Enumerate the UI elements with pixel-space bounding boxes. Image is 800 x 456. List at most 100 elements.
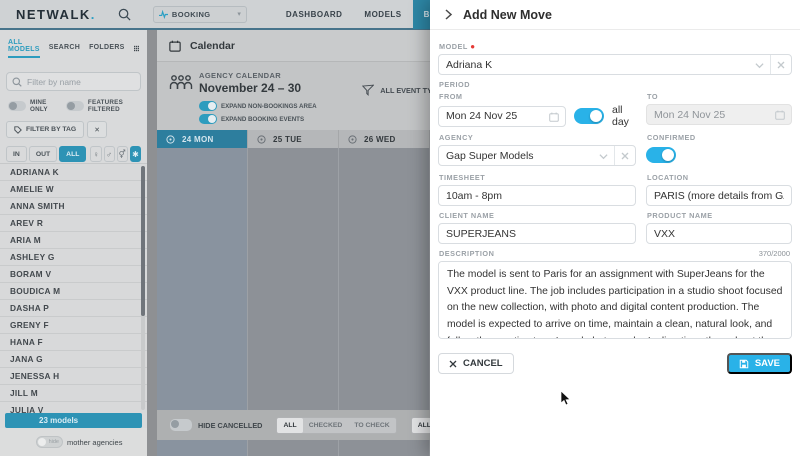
model-list-item[interactable]: JULIA V [0,402,147,413]
models-sidebar: ALL MODELS SEARCH FOLDERS MINE ONLY FEAT… [0,30,147,456]
day-header-wednesday[interactable]: 26 WED [339,130,430,148]
model-list-item[interactable]: JENESSA H [0,368,147,385]
from-date-input[interactable] [438,106,566,127]
event-type-filter[interactable]: ALL EVENT TY [362,84,430,96]
calendar-icon [775,110,785,120]
pulse-icon [159,10,168,19]
context-select-value: BOOKING [172,10,233,19]
clear-icon[interactable] [770,55,791,74]
close-icon [449,360,457,368]
context-select[interactable]: BOOKING ▾ [153,6,247,23]
product-name-value[interactable] [654,228,784,240]
target-icon [348,135,357,144]
expand-nonbookings-row: EXPAND NON-BOOKINGS AREA [199,101,317,111]
model-list-item[interactable]: AREV R [0,215,147,232]
model-list-item[interactable]: JILL M [0,385,147,402]
hide-cancelled-toggle[interactable] [170,419,192,431]
tab-search[interactable]: SEARCH [49,44,80,54]
segment-out[interactable]: OUT [29,146,57,162]
checked-segment-all[interactable]: ALL [277,418,302,433]
all-day-toggle[interactable] [574,108,604,124]
from-date-value[interactable] [446,110,558,122]
hide-mother-agencies-toggle[interactable]: hide [36,436,63,448]
calendar-title: Calendar [190,40,235,52]
model-list-item[interactable]: ADRIANA K [0,164,147,181]
model-list-item[interactable]: ARIA M [0,232,147,249]
client-name-input[interactable] [438,223,636,244]
expand-nonbookings-toggle[interactable] [199,101,217,111]
checked-segment-tocheck[interactable]: TO CHECK [348,418,395,433]
timesheet-value[interactable] [446,190,628,202]
filter-by-name-input[interactable] [6,72,141,91]
cancel-button[interactable]: CANCEL [438,353,514,374]
client-name-value[interactable] [446,228,628,240]
drawer-title: Add New Move [463,8,552,22]
chevron-down-icon [755,61,764,70]
checked-filter-group: ALL CHECKED TO CHECK [276,417,396,434]
mother-agencies-label: mother agencies [67,438,122,447]
event-type-filter-label: ALL EVENT TY [380,86,430,95]
model-list-item[interactable]: GRENY F [0,317,147,334]
model-list-item[interactable]: AMELIE W [0,181,147,198]
day-header-tuesday[interactable]: 25 TUE [248,130,339,148]
checked-segment-checked[interactable]: CHECKED [303,418,349,433]
features-filtered-label: FEATURES FILTERED [88,99,141,113]
tab-all-models[interactable]: ALL MODELS [8,39,40,58]
save-button[interactable]: SAVE [727,353,792,374]
description-textarea[interactable]: The model is sent to Paris for an assign… [438,261,792,339]
agency-select[interactable] [438,145,636,166]
filter-by-name-field[interactable] [27,77,127,87]
search-icon[interactable] [118,8,131,21]
model-select[interactable] [438,54,792,75]
expand-nonbookings-label: EXPAND NON-BOOKINGS AREA [221,103,317,110]
androgyne-icon[interactable]: ⚥ [117,146,128,162]
save-icon [739,359,749,369]
model-list-item[interactable]: BOUDICA M [0,283,147,300]
expand-bookings-toggle[interactable] [199,114,217,124]
asterisk-icon[interactable]: ✱ [130,146,141,162]
product-name-label: PRODUCT NAME [647,211,792,220]
nav-dashboard[interactable]: DASHBOARD [275,0,354,29]
tab-folders[interactable]: FOLDERS [89,44,125,54]
model-list-item[interactable]: HANA F [0,334,147,351]
model-list-item[interactable]: JANA G [0,351,147,368]
expand-bookings-label: EXPAND BOOKING EVENTS [221,116,304,123]
product-name-input[interactable] [646,223,792,244]
filter-by-tag-button[interactable]: FILTER BY TAG [6,121,84,138]
mine-segment-all[interactable]: ALL [412,418,430,433]
segment-all[interactable]: ALL [59,146,86,162]
clear-tag-button[interactable]: ✕ [87,121,107,138]
timesheet-label: TIMESHEET [439,173,636,182]
day-header-monday[interactable]: 24 MON [157,130,248,148]
segment-in[interactable]: IN [6,146,27,162]
app-window: NETWALK. BOOKING ▾ DASHBOARD MODELS BOOK… [0,0,800,456]
in-out-filter-row: IN OUT ALL ♀ ♂ ⚥ ✱ [6,146,141,162]
add-new-move-drawer: Add New Move MODEL ● PERIOD FROM [430,0,800,456]
location-label: LOCATION [647,173,792,182]
features-filtered-toggle[interactable] [66,101,84,111]
mine-only-toggle[interactable] [8,101,26,111]
calendar-icon [549,112,559,122]
week-range: November 24 – 30 [199,81,301,95]
grid-icon[interactable] [134,43,139,54]
location-value[interactable] [654,190,784,202]
hide-cancelled-label: HIDE CANCELLED [198,421,262,430]
all-day-label: all day [612,104,636,128]
confirmed-toggle[interactable] [646,147,676,163]
model-list-item[interactable]: DASHA P [0,300,147,317]
timesheet-input[interactable] [438,185,636,206]
sidebar-scrollbar-thumb[interactable] [141,166,145,316]
female-icon[interactable]: ♀ [90,146,101,162]
to-date-input [646,104,792,125]
model-list-item[interactable]: BORAM V [0,266,147,283]
nav-models[interactable]: MODELS [353,0,412,29]
mine-filter-group: ALL MINE ONLY [411,417,430,434]
chevron-down-icon: ▾ [237,10,241,18]
male-icon[interactable]: ♂ [104,146,115,162]
clear-icon[interactable] [614,146,635,165]
model-select-value[interactable] [446,59,784,71]
model-list-item[interactable]: ANNA SMITH [0,198,147,215]
model-list-item[interactable]: ASHLEY G [0,249,147,266]
location-input[interactable] [646,185,792,206]
chevron-right-icon[interactable] [444,9,453,20]
